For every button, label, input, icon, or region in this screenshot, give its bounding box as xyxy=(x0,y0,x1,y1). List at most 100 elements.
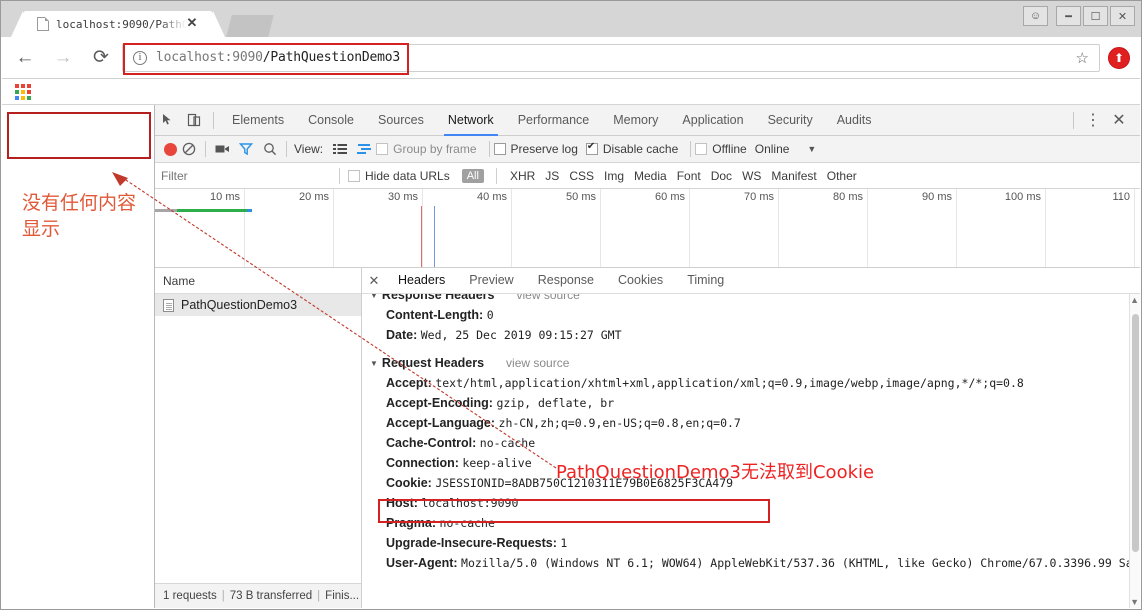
header-row: Accept: text/html,application/xhtml+xml,… xyxy=(362,373,1129,393)
tab-close-icon[interactable]: ✕ xyxy=(185,16,199,30)
device-toolbar-icon[interactable] xyxy=(181,107,207,133)
tab-network[interactable]: Network xyxy=(436,105,506,136)
detail-tab-headers[interactable]: Headers xyxy=(386,268,457,293)
header-value: gzip, deflate, br xyxy=(496,396,615,410)
camera-icon[interactable] xyxy=(210,138,234,160)
throttling-select[interactable]: Online ▼ xyxy=(755,142,817,156)
detail-tab-preview[interactable]: Preview xyxy=(457,268,525,293)
clear-icon[interactable] xyxy=(177,138,201,160)
timeline-tick-70ms: 70 ms xyxy=(744,191,774,203)
filter-input[interactable] xyxy=(161,168,331,183)
headers-scrollbar[interactable]: ▲ ▼ xyxy=(1129,294,1140,608)
inspect-element-icon[interactable] xyxy=(155,107,181,133)
forward-icon[interactable]: → xyxy=(48,43,78,73)
toolbar-sep-1 xyxy=(205,141,206,157)
scroll-up-icon[interactable]: ▲ xyxy=(1130,295,1139,305)
empty-content-highlight xyxy=(7,112,151,159)
close-detail-icon[interactable]: ✕ xyxy=(362,273,386,289)
reload-icon[interactable]: ⟳ xyxy=(86,43,116,73)
list-view-icon[interactable] xyxy=(328,138,352,160)
group-by-frame-box xyxy=(376,143,389,155)
timeline-tick-110ms: 110 xyxy=(1112,191,1130,203)
request-headers-section[interactable]: ▼ Request Headers view source xyxy=(362,353,1129,373)
apps-grid-icon[interactable] xyxy=(15,84,31,100)
close-window-button[interactable]: ✕ xyxy=(1110,6,1135,26)
url-path: /PathQuestionDemo3 xyxy=(262,50,401,65)
devtools-tabbar-right: ⋮ ✕ xyxy=(1067,107,1140,133)
detail-tab-timing[interactable]: Timing xyxy=(675,268,736,293)
filter-type-media[interactable]: Media xyxy=(629,169,672,183)
toolbar-sep-2 xyxy=(286,141,287,157)
response-headers-section[interactable]: ▼ Response Headers view source xyxy=(362,294,1129,305)
back-icon[interactable]: ← xyxy=(10,43,40,73)
filter-type-doc[interactable]: Doc xyxy=(706,169,737,183)
table-row[interactable]: PathQuestionDemo3 xyxy=(155,294,361,316)
profile-icon[interactable]: ☺ xyxy=(1023,6,1048,26)
tab-application[interactable]: Application xyxy=(670,105,755,136)
filter-type-css[interactable]: CSS xyxy=(564,169,599,183)
tab-memory[interactable]: Memory xyxy=(601,105,670,136)
preserve-log-checkbox[interactable]: Preserve log xyxy=(493,142,578,156)
filter-type-all[interactable]: All xyxy=(461,168,484,183)
site-info-icon[interactable]: i xyxy=(133,50,147,65)
header-value: 0 xyxy=(486,308,494,322)
header-key: Date: xyxy=(386,328,418,342)
search-icon[interactable] xyxy=(258,138,282,160)
update-badge-icon[interactable]: ⬆ xyxy=(1108,46,1130,69)
filter-type-manifest[interactable]: Manifest xyxy=(766,169,821,183)
tab-audits[interactable]: Audits xyxy=(825,105,884,136)
minimize-button[interactable]: ━ xyxy=(1056,6,1081,26)
scroll-down-icon[interactable]: ▼ xyxy=(1130,597,1139,607)
header-key: Connection: xyxy=(386,456,459,470)
record-icon[interactable] xyxy=(164,142,177,156)
filter-type-img[interactable]: Img xyxy=(599,169,629,183)
detail-tab-cookies[interactable]: Cookies xyxy=(606,268,675,293)
tab-sources[interactable]: Sources xyxy=(366,105,436,136)
timeline-tick-100ms: 100 ms xyxy=(1004,191,1041,203)
filter-type-js[interactable]: JS xyxy=(540,169,564,183)
offline-checkbox[interactable]: Offline xyxy=(695,142,747,156)
header-row: Cache-Control: no-cache xyxy=(362,433,1129,453)
more-options-icon[interactable]: ⋮ xyxy=(1080,107,1106,133)
tab-performance[interactable]: Performance xyxy=(506,105,602,136)
filter-icon[interactable] xyxy=(234,138,258,160)
header-key: User-Agent: xyxy=(386,556,458,570)
empty-content-note: 没有任何内容显示 xyxy=(22,192,137,240)
tab-security[interactable]: Security xyxy=(756,105,825,136)
filter-type-font[interactable]: Font xyxy=(672,169,706,183)
waterfall-view-icon[interactable] xyxy=(352,138,376,160)
group-by-frame-checkbox[interactable]: Group by frame xyxy=(376,142,477,156)
document-icon xyxy=(163,298,174,312)
maximize-button[interactable]: ☐ xyxy=(1083,6,1108,26)
throttling-value: Online xyxy=(754,142,790,156)
toolbar-sep-4 xyxy=(690,141,692,157)
filter-type-ws[interactable]: WS xyxy=(737,169,766,183)
request-headers-title: Request Headers xyxy=(381,356,485,370)
tab-console[interactable]: Console xyxy=(296,105,366,136)
header-row-cookie: Cookie: JSESSIONID=8ADB750C1210311E79B0E… xyxy=(362,473,1129,493)
header-value: Mozilla/5.0 (Windows NT 6.1; WOW64) Appl… xyxy=(461,556,1129,570)
request-list-header: Name xyxy=(155,268,361,294)
bookmark-star-icon[interactable]: ☆ xyxy=(1076,49,1089,67)
hide-data-urls-checkbox[interactable]: Hide data URLs xyxy=(348,169,450,183)
filter-type-xhr[interactable]: XHR xyxy=(505,169,540,183)
page-favicon-icon xyxy=(37,17,49,31)
preserve-log-label: Preserve log xyxy=(510,142,578,156)
dom-content-loaded-marker xyxy=(421,206,422,267)
request-view-source-link[interactable]: view source xyxy=(506,356,569,370)
preserve-log-box xyxy=(493,143,506,155)
network-overview-timeline[interactable]: 10 ms 20 ms 30 ms 40 ms 50 ms 60 ms 70 m… xyxy=(155,189,1140,268)
address-bar[interactable]: i localhost:9090/PathQuestionDemo3 ☆ xyxy=(122,42,1100,75)
response-view-source-link[interactable]: view source xyxy=(516,294,579,302)
filter-type-other[interactable]: Other xyxy=(822,169,862,183)
url-host: localhost:9090 xyxy=(156,50,263,65)
header-row: User-Agent: Mozilla/5.0 (Windows NT 6.1;… xyxy=(362,553,1129,573)
status-sep-1: | xyxy=(221,590,225,602)
toolbar-divider xyxy=(213,111,214,129)
disable-cache-checkbox[interactable]: Disable cache xyxy=(585,141,678,156)
new-tab-button[interactable] xyxy=(226,15,274,37)
tab-elements[interactable]: Elements xyxy=(220,105,296,136)
detail-tab-response[interactable]: Response xyxy=(526,268,606,293)
close-devtools-icon[interactable]: ✕ xyxy=(1106,107,1132,133)
browser-tab[interactable]: localhost:9090/PathQue ✕ xyxy=(11,11,225,37)
